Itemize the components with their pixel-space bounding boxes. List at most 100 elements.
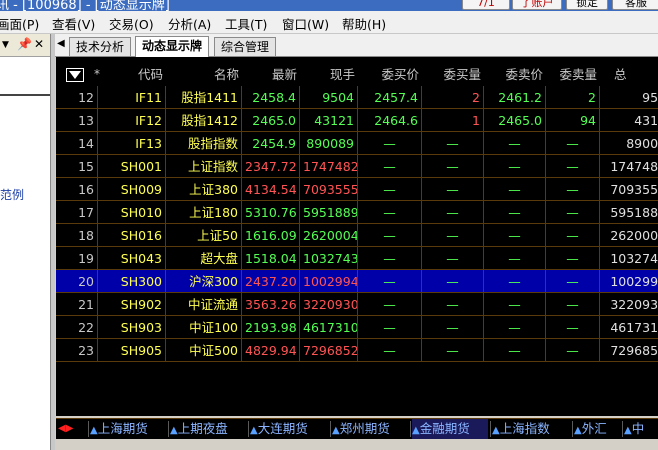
close-icon[interactable]: ✕	[34, 37, 44, 51]
cell-no: 14	[56, 132, 98, 155]
cell-bid: —	[358, 201, 422, 224]
dropdown-icon[interactable]: ▼	[2, 40, 9, 50]
table-row[interactable]: 13 IF12 股指1412 2465.0 43121 2464.6 1 2465.0 94 43…	[56, 109, 658, 132]
menu-item-help[interactable]: 帮助(H)	[342, 14, 386, 33]
market-tab[interactable]: ▲上期夜盘	[170, 419, 246, 439]
cell-vol: 1032743	[300, 247, 358, 270]
market-tab[interactable]: ▲上海指数	[492, 419, 570, 439]
table-row[interactable]: 16SH009上证3804134.547093555————7093555	[56, 178, 658, 201]
sort-toggle-icon[interactable]	[66, 68, 84, 82]
market-tab-icon: ▲	[412, 425, 420, 436]
cell-ask: —	[484, 155, 546, 178]
header-bid-volume[interactable]: 委买量	[422, 63, 484, 86]
cell-code: SH010	[98, 201, 166, 224]
table-row[interactable]: 12IF11股指14112458.495042457.422461.22950	[56, 86, 658, 109]
tab-comprehensive-management[interactable]: 综合管理	[214, 37, 277, 56]
menu-item-trade[interactable]: 交易(O)	[109, 14, 154, 33]
top-button-2[interactable]: 了账户	[512, 0, 562, 10]
table-row[interactable]: 22SH903中证1002193.984617310————4617310	[56, 316, 658, 339]
header-last[interactable]: 最新	[242, 63, 300, 86]
header-volume[interactable]: 现手	[300, 63, 358, 86]
tab-dynamic-board[interactable]: 动态显示牌	[135, 36, 210, 57]
header-total[interactable]: 总	[600, 63, 658, 86]
cell-name: 股指1411	[166, 86, 242, 109]
market-tab[interactable]: ▲上海期货	[90, 419, 166, 439]
cell-ask: —	[484, 132, 546, 155]
header-bid[interactable]: 委买价	[358, 63, 422, 86]
cell-total: 7093555	[600, 178, 658, 201]
top-button-1[interactable]: 7/1	[462, 0, 510, 10]
menu-bar: 画面(P) 查看(V) 交易(O) 分析(A) 工具(T) 窗口(W) 帮助(H…	[0, 11, 658, 34]
header-name[interactable]: 名称	[166, 63, 242, 86]
cell-no: 16	[56, 178, 98, 201]
cell-bidv: —	[422, 178, 484, 201]
splitter[interactable]	[51, 34, 55, 450]
tab-technical-analysis[interactable]: 技术分析	[69, 37, 132, 56]
cell-bidv: 2	[422, 86, 484, 109]
cell-vol: 4617310	[300, 316, 358, 339]
cell-bidv: —	[422, 316, 484, 339]
cell-name: 中证流通	[166, 293, 242, 316]
menu-item-tools[interactable]: 工具(T)	[225, 14, 267, 33]
market-tab[interactable]: ▲大连期货	[250, 419, 328, 439]
market-tab-label: 外汇	[581, 421, 607, 436]
cell-bid: —	[358, 339, 422, 362]
cell-code: SH001	[98, 155, 166, 178]
cell-ask: —	[484, 247, 546, 270]
cell-bid: —	[358, 247, 422, 270]
cell-ask: 2465.0	[484, 109, 546, 132]
cell-last: 5310.76	[242, 201, 300, 224]
cell-askv: —	[546, 270, 600, 293]
table-header: * 代码 名称 最新 现手 委买价 委买量 委卖价 委卖量 总	[56, 63, 658, 86]
cell-no: 22	[56, 316, 98, 339]
cell-bid: —	[358, 293, 422, 316]
cell-total: 1032743	[600, 247, 658, 270]
cell-last: 2465.0	[242, 109, 300, 132]
header-star[interactable]: *	[94, 63, 100, 86]
cell-bid: 2464.6	[358, 109, 422, 132]
cell-bidv: —	[422, 155, 484, 178]
table-row[interactable]: 17SH010上证1805310.765951889————5951889	[56, 201, 658, 224]
cell-name: 上证50	[166, 224, 242, 247]
cell-total: 4312	[600, 109, 658, 132]
market-tab[interactable]: ▲外汇	[574, 419, 620, 439]
market-tab-icon: ▲	[332, 425, 340, 436]
market-tab[interactable]: ▲金融期货	[412, 419, 488, 439]
menu-item-window[interactable]: 窗口(W)	[282, 14, 329, 33]
table-row[interactable]: 18SH016上证501616.092620004————2620004	[56, 224, 658, 247]
market-tab-separator	[168, 421, 169, 437]
market-tab[interactable]: ▲郑州期货	[332, 419, 408, 439]
lock-button[interactable]: 锁定	[566, 0, 608, 10]
cell-last: 2454.9	[242, 132, 300, 155]
cell-bidv: —	[422, 247, 484, 270]
pin-icon[interactable]: 📌	[17, 37, 32, 51]
tab-scroll-left-icon[interactable]: ◀	[57, 38, 65, 49]
menu-item-view-screen[interactable]: 画面(P)	[0, 14, 39, 33]
left-panel-item[interactable]: 范例	[0, 186, 24, 203]
cell-last: 2437.20	[242, 270, 300, 293]
header-ask-volume[interactable]: 委卖量	[546, 63, 600, 86]
table-row[interactable]: 15SH001上证指数2347.721747482————1747482	[56, 155, 658, 178]
cell-no: 18	[56, 224, 98, 247]
cell-name: 沪深300	[166, 270, 242, 293]
table-row[interactable]: 14IF13股指指数2454.9890089————89008	[56, 132, 658, 155]
header-code[interactable]: 代码	[114, 63, 166, 86]
table-row[interactable]: 20SH300沪深3002437.201002994————1002994	[56, 270, 658, 293]
cell-askv: —	[546, 339, 600, 362]
table-row[interactable]: 23SH905中证5004829.947296852————7296852	[56, 339, 658, 362]
table-row[interactable]: 19SH043超大盘1518.041032743————1032743	[56, 247, 658, 270]
cell-vol: 3220930	[300, 293, 358, 316]
market-scroll-arrows-icon[interactable]: ◀▶	[58, 419, 73, 439]
cell-no: 17	[56, 201, 98, 224]
table-row[interactable]: 21SH902中证流通3563.263220930————3220930	[56, 293, 658, 316]
market-tab-bar: ◀▶ ▲上海期货 ▲上期夜盘 ▲大连期货 ▲郑州期货 ▲金融期货 ▲上海指数 ▲外汇 ▲中	[56, 418, 658, 439]
market-tab[interactable]: ▲中	[624, 419, 658, 439]
service-button[interactable]: 客服	[612, 0, 658, 10]
market-tab-separator	[410, 421, 411, 437]
header-ask[interactable]: 委卖价	[484, 63, 546, 86]
cell-bid: —	[358, 316, 422, 339]
cell-name: 上证指数	[166, 155, 242, 178]
menu-item-analysis[interactable]: 分析(A)	[168, 14, 211, 33]
cell-code: IF12	[98, 109, 166, 132]
menu-item-view[interactable]: 查看(V)	[52, 14, 95, 33]
